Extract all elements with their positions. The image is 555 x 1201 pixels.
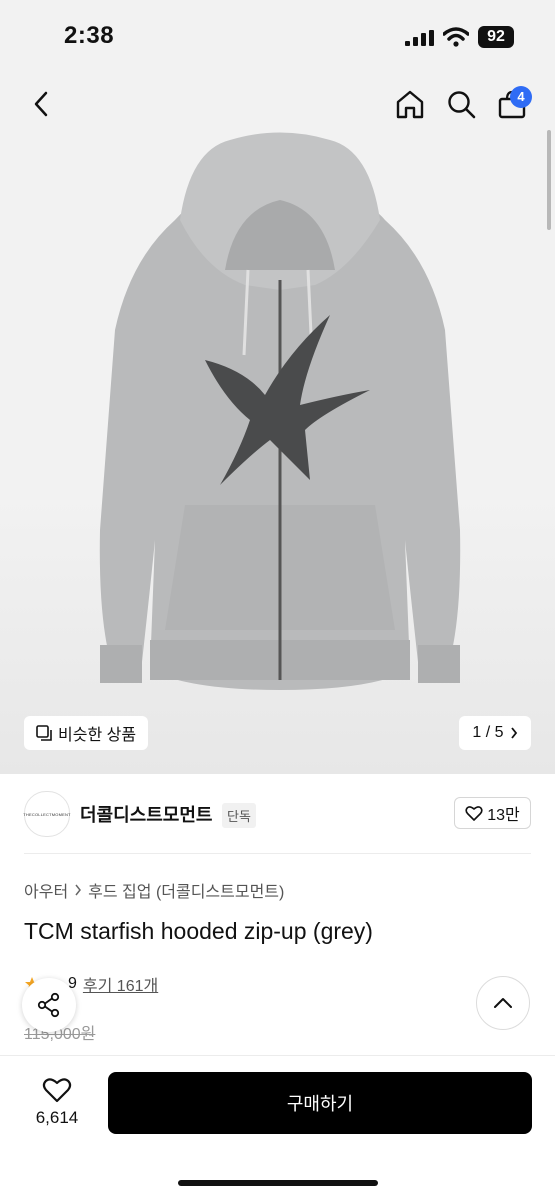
search-button[interactable] [443, 86, 479, 122]
similar-products-button[interactable]: 비슷한 상품 [24, 716, 149, 750]
cart-count-badge: 4 [510, 86, 532, 108]
share-button[interactable] [22, 978, 76, 1032]
brand-like-count: 13만 [487, 807, 520, 824]
breadcrumb: 아우터 후드 집업 (더콜디스트모먼트) [24, 878, 284, 902]
brand-logo-text: THECOLLECTMOMENT [23, 811, 71, 817]
chevron-right-icon [510, 727, 517, 739]
product-image [99, 132, 461, 690]
image-pager[interactable]: 1 / 5 [459, 716, 531, 750]
wishlist-button[interactable] [38, 1074, 76, 1106]
exclusive-badge: 단독 [222, 803, 256, 828]
signal-icon [405, 30, 434, 46]
status-time: 2:38 [64, 22, 115, 49]
back-icon [34, 91, 48, 117]
home-icon [396, 90, 424, 119]
home-button[interactable] [392, 86, 428, 122]
back-button[interactable] [24, 86, 58, 122]
similar-icon [36, 725, 52, 741]
wifi-icon [443, 27, 469, 47]
scrollbar[interactable] [547, 130, 551, 230]
chevron-up-icon [494, 998, 512, 1008]
home-indicator [178, 1180, 378, 1186]
search-icon [448, 91, 476, 119]
heart-icon [465, 806, 483, 821]
buy-button[interactable]: 구매하기 [108, 1072, 532, 1134]
brand-like-button[interactable]: 13만 [454, 797, 531, 829]
review-count-link[interactable]: 후기 161개 [83, 972, 158, 996]
chevron-right-icon [75, 884, 82, 896]
brand-name[interactable]: 더콜디스트모먼트 [80, 801, 212, 827]
breadcrumb-item[interactable]: 아우터 [24, 878, 68, 902]
heart-icon [42, 1078, 72, 1103]
wishlist-count: 6,614 [35, 1108, 79, 1127]
scroll-to-top-button[interactable] [476, 976, 530, 1030]
battery-level: 92 [478, 26, 514, 48]
share-icon [37, 992, 60, 1018]
divider [24, 853, 531, 854]
brand-logo[interactable]: THECOLLECTMOMENT [23, 791, 71, 837]
product-image-gallery[interactable] [0, 70, 555, 774]
breadcrumb-item[interactable]: 후드 집업 (더콜디스트모먼트) [88, 878, 284, 902]
similar-products-label: 비슷한 상품 [58, 727, 137, 744]
product-title: TCM starfish hooded zip-up (grey) [24, 918, 373, 944]
pager-label: 1 / 5 [472, 724, 504, 741]
